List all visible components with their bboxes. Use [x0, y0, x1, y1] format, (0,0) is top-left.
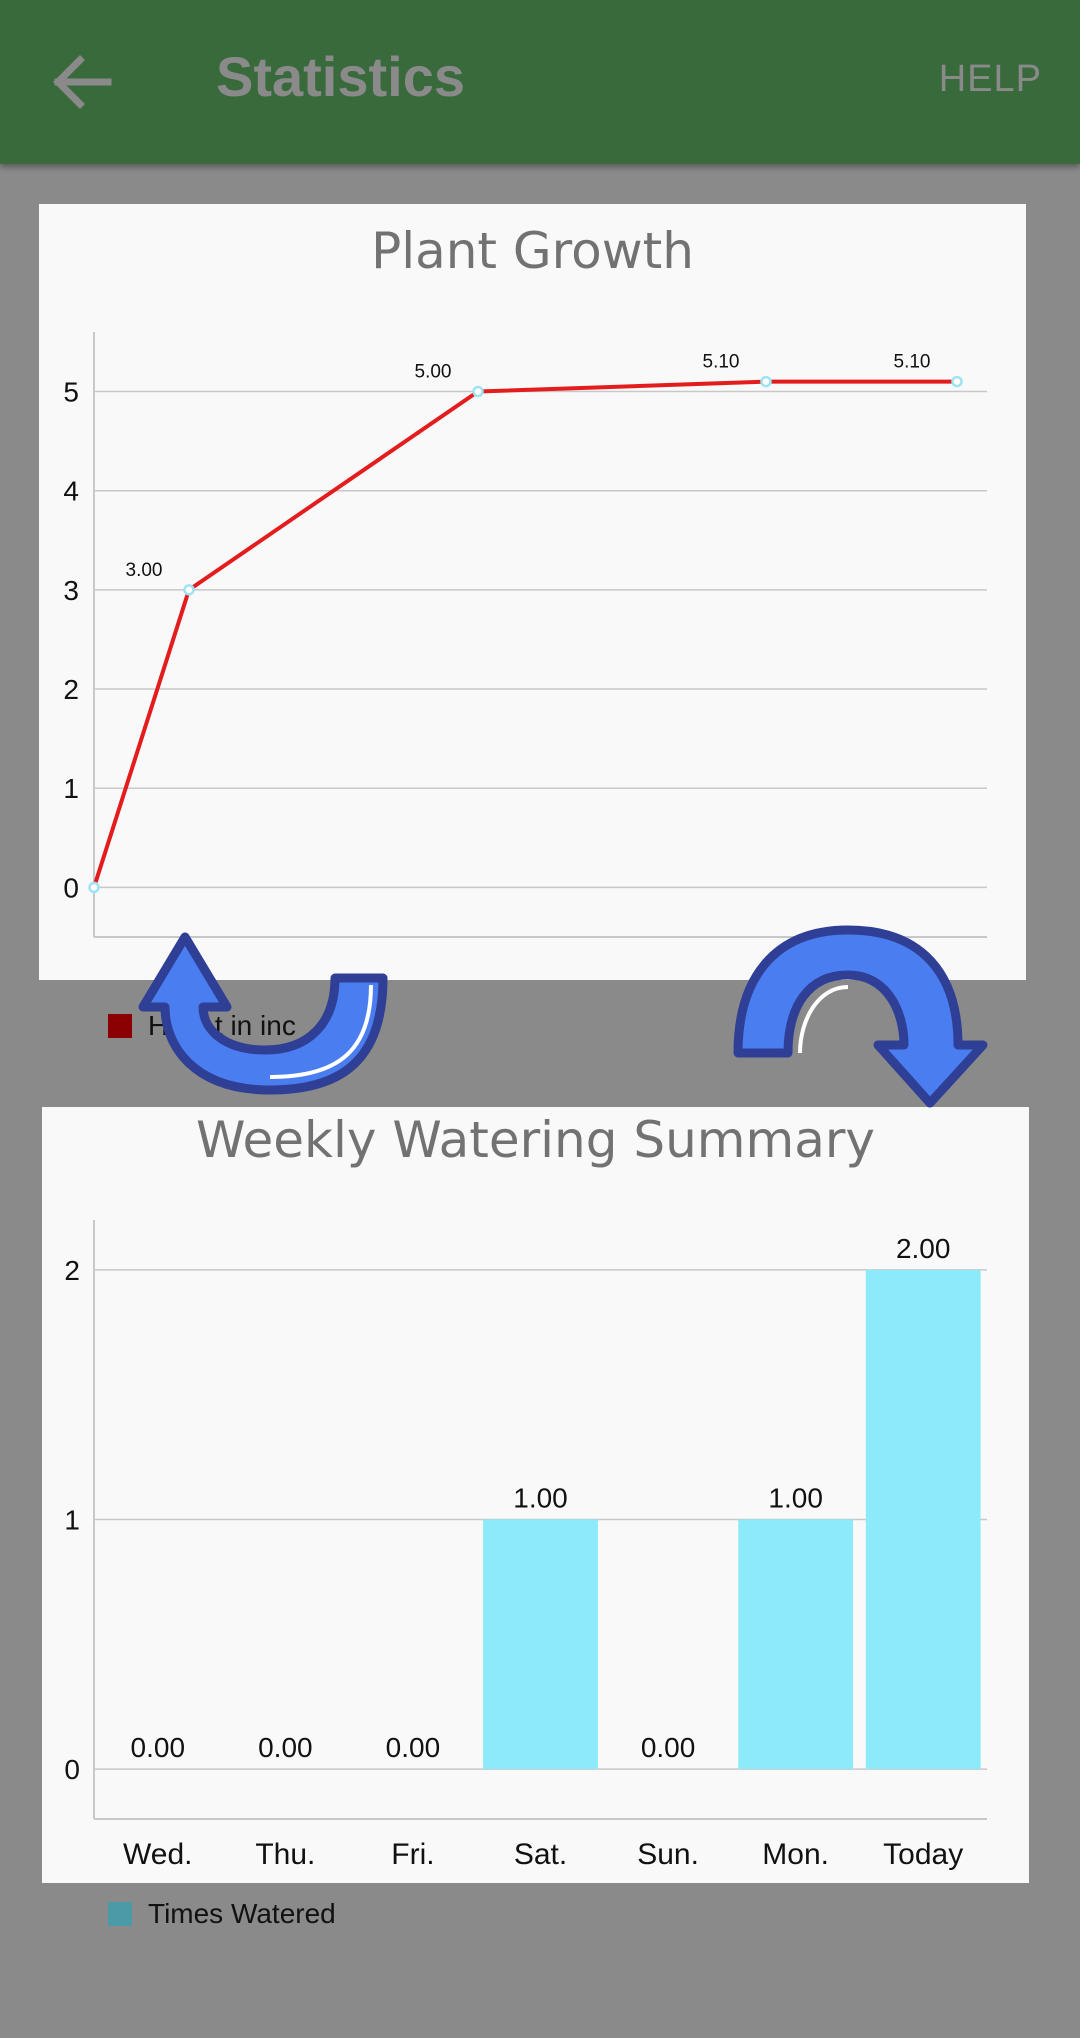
x-tick-label: Thu. — [255, 1838, 315, 1871]
weekly-watering-legend: Times Watered — [108, 1898, 336, 1930]
x-tick-label: Today — [883, 1838, 963, 1871]
y-tick-label: 2 — [63, 674, 79, 705]
data-label: 5.10 — [703, 352, 740, 373]
rotate-clockwise-button[interactable] — [728, 925, 998, 1115]
data-point — [472, 385, 484, 398]
x-tick-label: Mon. — [762, 1838, 829, 1871]
y-tick-label: 0 — [64, 1754, 80, 1785]
y-tick-label: 2 — [64, 1255, 80, 1286]
bar-today — [865, 1269, 981, 1770]
bar-sat — [483, 1519, 598, 1770]
x-tick-label: Wed. — [123, 1838, 192, 1871]
data-point — [951, 375, 963, 388]
x-tick-label: Sat. — [514, 1838, 567, 1871]
y-tick-label: 4 — [63, 476, 79, 507]
bar-value-label: 2.00 — [896, 1233, 951, 1264]
plant-growth-chart-card: Plant Growth 0 1 2 3 4 5 3.00 5.00 5.10 5.10 — [39, 204, 1026, 980]
data-point — [760, 375, 772, 388]
y-tick-label: 0 — [63, 872, 79, 903]
back-button[interactable] — [40, 42, 130, 122]
data-label: 5.10 — [894, 352, 931, 373]
rotate-clockwise-icon — [733, 925, 988, 1108]
y-tick-label: 5 — [63, 377, 79, 408]
bar-value-label: 0.00 — [131, 1732, 186, 1763]
bar-value-label: 0.00 — [258, 1732, 313, 1763]
rotate-counterclockwise-button[interactable] — [125, 925, 395, 1105]
bar-value-label: 0.00 — [641, 1732, 696, 1763]
bar-mon — [738, 1519, 854, 1770]
y-tick-label: 3 — [63, 575, 79, 606]
legend-swatch-times-watered — [108, 1902, 132, 1926]
data-point — [88, 881, 100, 894]
x-tick-label: Fri. — [391, 1838, 434, 1871]
plant-growth-chart: 0 1 2 3 4 5 3.00 5.00 5.10 5.10 — [63, 332, 987, 938]
y-tick-label: 1 — [63, 773, 79, 804]
bar-value-label: 0.00 — [386, 1732, 441, 1763]
help-button[interactable]: HELP — [939, 58, 1042, 101]
y-tick-label: 1 — [64, 1505, 80, 1536]
bar-value-label: 1.00 — [513, 1483, 568, 1514]
legend-label-times-watered: Times Watered — [148, 1898, 336, 1929]
weekly-watering-chart-card: Weekly Watering Summary 0 1 2 0.00 Wed. 0.00 T… — [42, 1107, 1029, 1883]
rotate-counterclockwise-icon — [138, 932, 388, 1095]
bar-value-label: 1.00 — [768, 1483, 823, 1514]
app-bar: Statistics HELP — [0, 0, 1080, 164]
data-label: 5.00 — [415, 362, 452, 383]
page-title: Statistics — [216, 45, 465, 108]
data-label: 3.00 — [126, 560, 163, 581]
height-series-line — [92, 379, 957, 889]
arrow-left-icon — [53, 55, 112, 109]
data-point — [183, 584, 195, 596]
weekly-watering-chart: 0 1 2 0.00 Wed. 0.00 Thu. 0.00 Fri. 1.00 Sat. 0.00 S… — [64, 1220, 987, 1871]
x-tick-label: Sun. — [637, 1838, 699, 1871]
